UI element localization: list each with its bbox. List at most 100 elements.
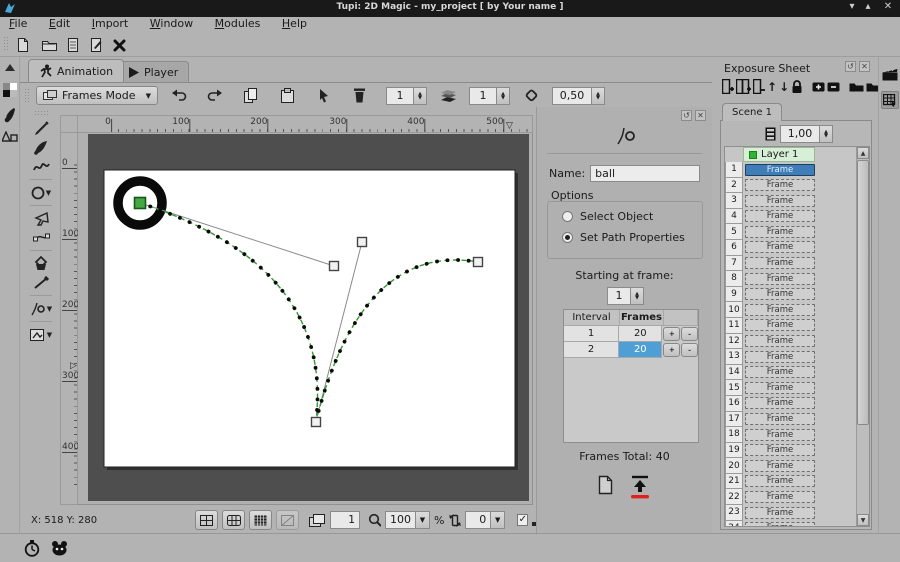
- frame-cell[interactable]: Frame: [745, 413, 815, 425]
- exposure-scrollbar[interactable]: ▲ ▼: [856, 147, 869, 526]
- opacity-spin-value[interactable]: 0,50: [552, 87, 592, 105]
- add-layer-button[interactable]: [812, 82, 825, 92]
- shape-tool-button[interactable]: ▼: [26, 183, 56, 202]
- remove-frames-button[interactable]: -: [681, 327, 698, 341]
- panel-close-icon[interactable]: ✕: [695, 110, 706, 121]
- frame-cell[interactable]: Frame: [745, 460, 815, 472]
- tween-name-input[interactable]: ball: [590, 165, 700, 182]
- zoom-value[interactable]: 100: [385, 511, 416, 529]
- frame-number-cell[interactable]: 1: [725, 162, 743, 178]
- line-tool-button[interactable]: [26, 273, 56, 292]
- save-project-button[interactable]: [62, 34, 84, 56]
- frame-cell[interactable]: Frame: [745, 304, 815, 316]
- scroll-up-icon[interactable]: ▲: [857, 147, 869, 159]
- opacity-spinbox[interactable]: 0,50 ▲▼: [552, 87, 605, 105]
- time-button[interactable]: [24, 540, 40, 557]
- frame-cell[interactable]: Frame: [745, 429, 815, 441]
- onion-spinbox[interactable]: 1 ▲▼: [469, 87, 510, 105]
- panel-undock-icon[interactable]: ↺: [681, 110, 692, 121]
- toolbar-drag-handle[interactable]: [3, 36, 9, 52]
- open-project-button[interactable]: [38, 34, 60, 56]
- apply-tween-button[interactable]: [628, 475, 652, 499]
- menu-modules[interactable]: Modules: [206, 17, 270, 31]
- frame-number-cell[interactable]: 18: [725, 427, 743, 443]
- exposure-close-icon[interactable]: ✕: [859, 61, 870, 72]
- select-object-radio-row[interactable]: Select Object: [562, 210, 702, 223]
- insert-frame-button[interactable]: [722, 79, 734, 94]
- menu-import[interactable]: Import: [83, 17, 138, 31]
- new-project-button[interactable]: [12, 34, 34, 56]
- minimize-button[interactable]: ▾: [844, 1, 860, 12]
- frame-cell[interactable]: Frame: [745, 351, 815, 363]
- interval-cell[interactable]: 2: [564, 342, 619, 358]
- set-path-radio[interactable]: [562, 232, 573, 243]
- save-tween-button[interactable]: [597, 475, 614, 499]
- palette-drag-handle[interactable]: [34, 110, 48, 115]
- frame-number-cell[interactable]: 14: [725, 365, 743, 381]
- pencil-tool-button[interactable]: [26, 119, 56, 138]
- frame-cell[interactable]: Frame: [745, 475, 815, 487]
- shapes-button[interactable]: [2, 131, 18, 143]
- path-handle[interactable]: [358, 238, 367, 247]
- redo-button[interactable]: [200, 86, 230, 105]
- path-end-handle[interactable]: [474, 258, 483, 267]
- frame-cell[interactable]: Frame: [745, 288, 815, 300]
- frame-spinbox[interactable]: 1 ▲▼: [386, 87, 427, 105]
- frames-cell-selected[interactable]: 20: [619, 342, 662, 358]
- selection-tool-button[interactable]: [26, 209, 56, 228]
- scenes-dock-button[interactable]: [881, 65, 899, 83]
- squiggle-tool-button[interactable]: [26, 157, 56, 176]
- fps-arrows[interactable]: ▲▼: [820, 125, 833, 143]
- frame-cell[interactable]: Frame: [745, 210, 815, 222]
- frame-cell[interactable]: Frame: [745, 491, 815, 503]
- tween-tool-button[interactable]: ▼: [26, 299, 56, 318]
- exposure-undock-icon[interactable]: ↺: [845, 61, 856, 72]
- export-tool-button[interactable]: ▼: [26, 325, 56, 344]
- frame-number-cell[interactable]: 21: [725, 474, 743, 490]
- frame-cell[interactable]: Frame: [745, 444, 815, 456]
- tab-animation[interactable]: Animation: [28, 59, 124, 82]
- save-project-as-button[interactable]: [85, 34, 107, 56]
- canvas-viewport[interactable]: [78, 133, 533, 505]
- select-object-radio[interactable]: [562, 211, 573, 222]
- grid-config-button[interactable]: [222, 510, 245, 530]
- frame-cell[interactable]: Frame: [745, 179, 815, 191]
- menu-edit[interactable]: Edit: [40, 17, 79, 31]
- frame-cell[interactable]: Frame: [745, 226, 815, 238]
- frame-number-cell[interactable]: 23: [725, 505, 743, 521]
- add-frames-button[interactable]: +: [663, 343, 680, 357]
- scroll-thumb[interactable]: [857, 160, 869, 425]
- opacity-spin-arrows[interactable]: ▲▼: [592, 87, 605, 105]
- dense-grid-button[interactable]: [249, 510, 272, 530]
- frame-cell[interactable]: Frame: [745, 241, 815, 253]
- fps-spinbox[interactable]: 1,00 ▲▼: [780, 125, 833, 143]
- canvas-workspace[interactable]: [88, 134, 529, 501]
- frame-number-cell[interactable]: 16: [725, 396, 743, 412]
- frame-number-cell[interactable]: 17: [725, 412, 743, 428]
- select-frame-button[interactable]: [308, 86, 338, 105]
- frame-cell[interactable]: Frame: [745, 273, 815, 285]
- frame-number-cell[interactable]: 2: [725, 178, 743, 194]
- lock-frame-button[interactable]: [791, 80, 803, 94]
- move-frame-up-button[interactable]: ↑: [767, 80, 777, 94]
- frame-spin-value[interactable]: 1: [386, 87, 414, 105]
- set-path-radio-row[interactable]: Set Path Properties: [562, 231, 702, 244]
- frame-number-cell[interactable]: 12: [725, 334, 743, 350]
- starting-frame-spinbox[interactable]: 1 ▲▼: [607, 287, 644, 305]
- dock-expand-button[interactable]: [2, 64, 18, 71]
- add-scene-button[interactable]: [849, 81, 864, 92]
- rotation-value[interactable]: 0: [465, 511, 491, 529]
- tupi-mascot-button[interactable]: [50, 540, 69, 556]
- frames-toolbar-handle[interactable]: [24, 88, 30, 104]
- frame-cell[interactable]: Frame: [745, 382, 815, 394]
- maximize-button[interactable]: ▴: [860, 1, 876, 12]
- menu-window[interactable]: Window: [141, 17, 202, 31]
- fps-value[interactable]: 1,00: [780, 125, 820, 143]
- onion-spin-arrows[interactable]: ▲▼: [497, 87, 510, 105]
- node-tool-button[interactable]: [26, 228, 56, 247]
- scroll-down-icon[interactable]: ▼: [857, 514, 869, 526]
- zoom-combo[interactable]: 100 ▼: [385, 511, 430, 529]
- add-frames-button[interactable]: +: [663, 327, 680, 341]
- brush-settings-button[interactable]: [2, 107, 18, 123]
- frame-spin-arrows[interactable]: ▲▼: [414, 87, 427, 105]
